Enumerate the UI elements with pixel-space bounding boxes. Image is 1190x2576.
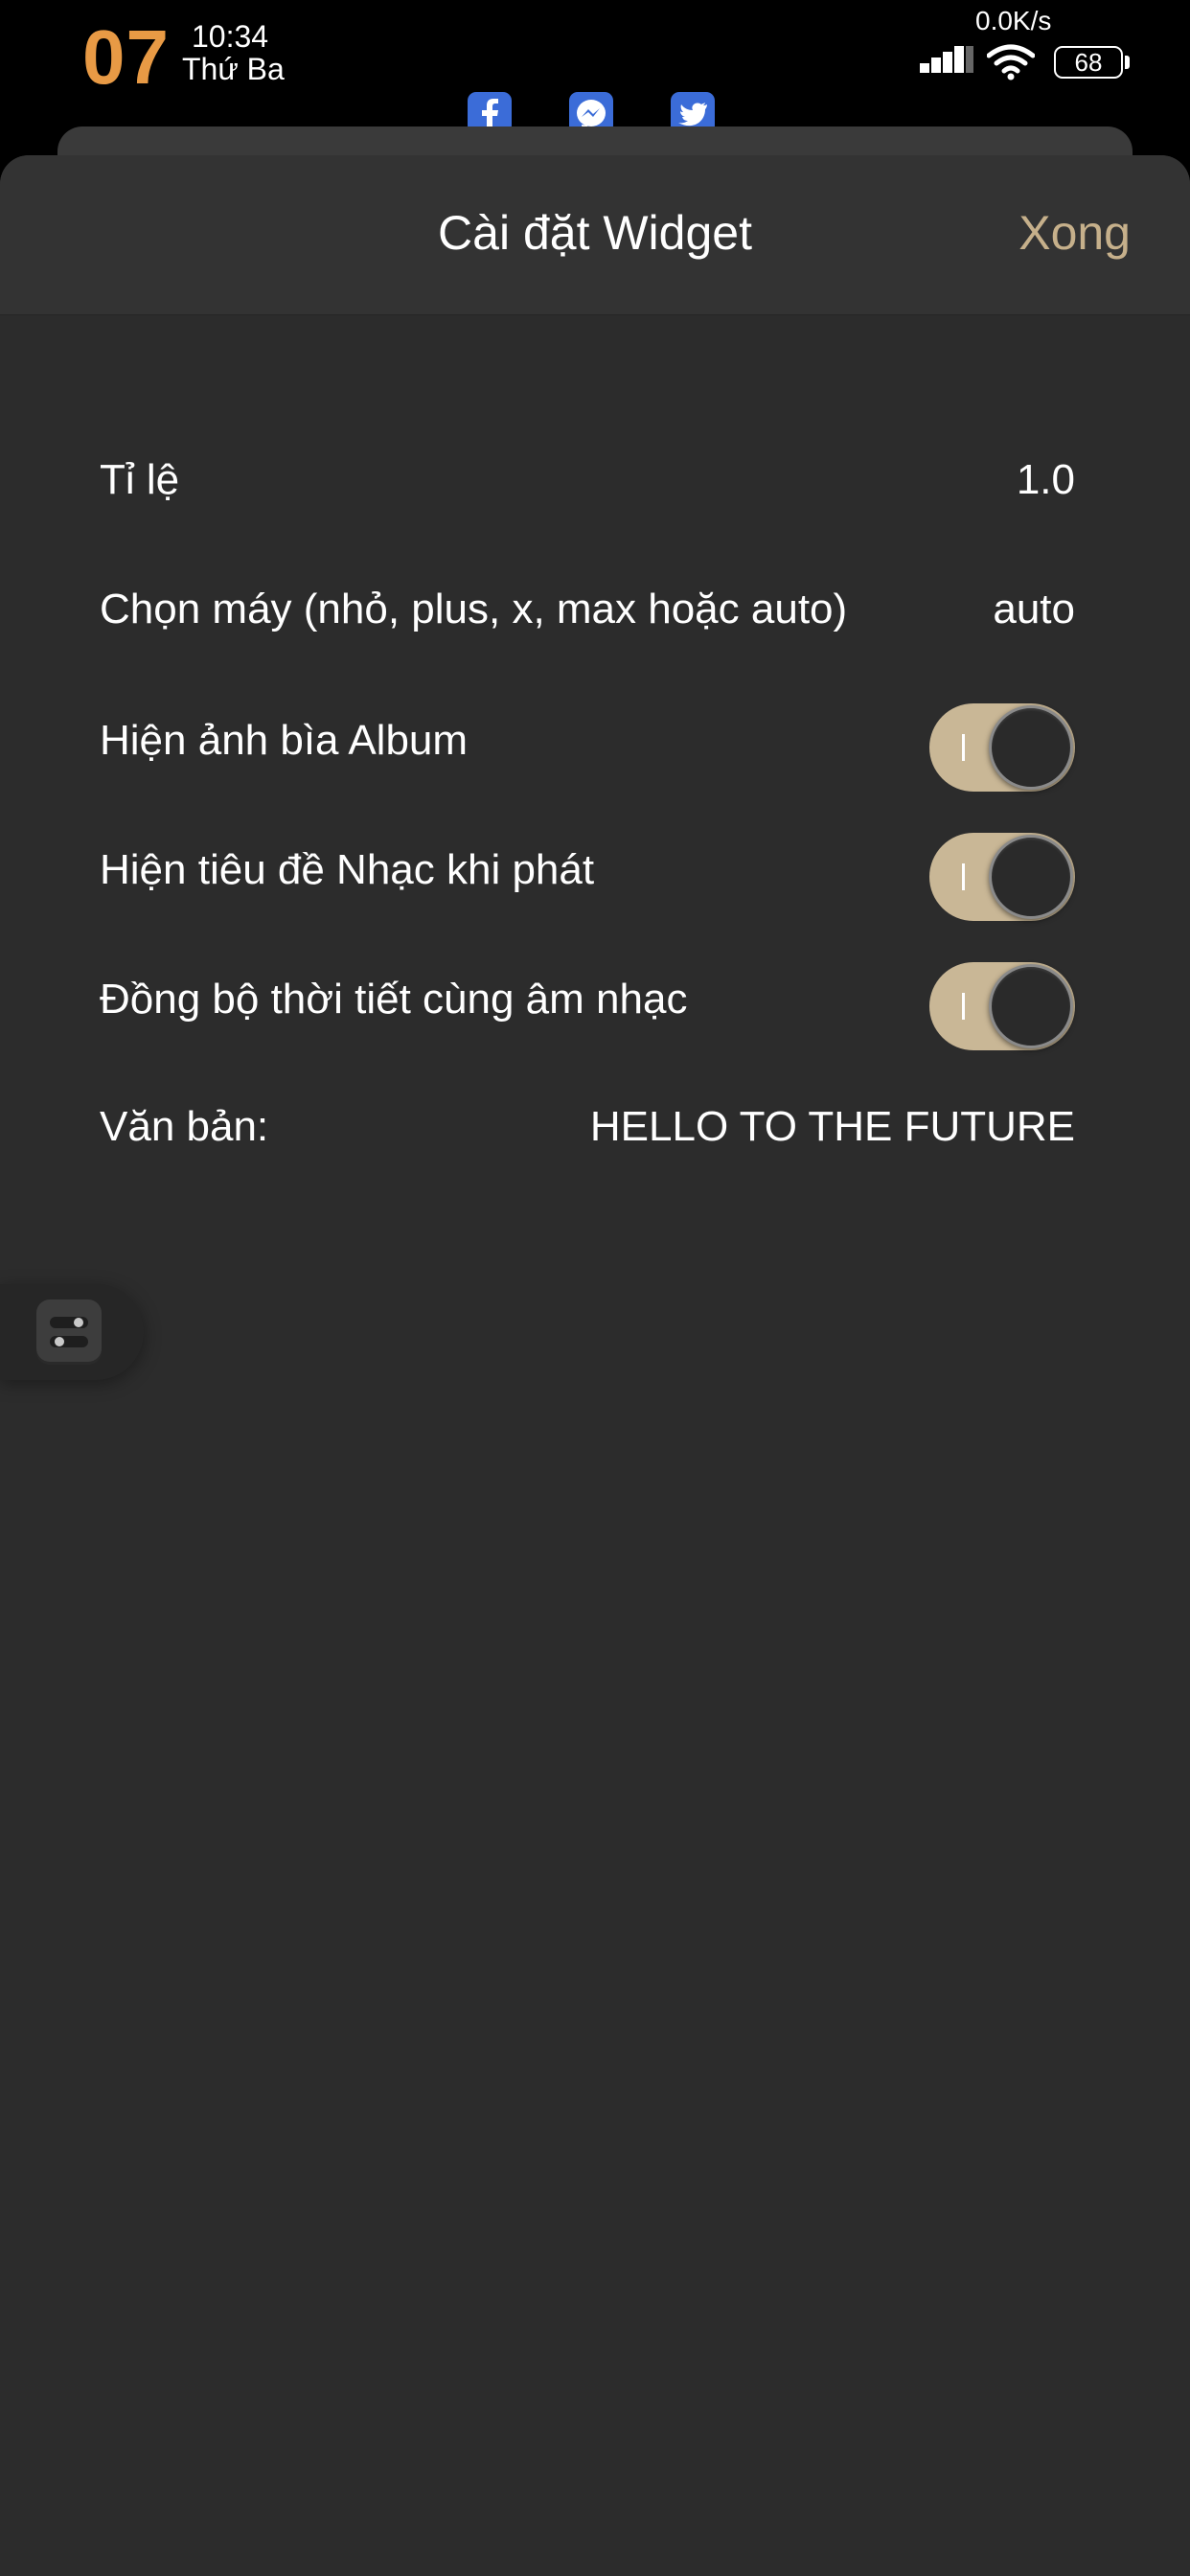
- signal-icon: [920, 46, 973, 73]
- setting-label-album-art: Hiện ảnh bìa Album: [100, 717, 469, 764]
- battery-icon: 68: [1054, 46, 1123, 79]
- sheet-header: Cài đặt Widget Xong: [0, 155, 1190, 315]
- status-time: 10:34: [192, 19, 269, 54]
- music-title-toggle[interactable]: [929, 833, 1075, 921]
- toggle-on-mark: [962, 993, 965, 1020]
- setting-value-text[interactable]: HELLO TO THE FUTURE: [590, 1103, 1075, 1151]
- setting-row-album-art: Hiện ảnh bìa Album: [0, 692, 1190, 792]
- setting-row-text[interactable]: Văn bản: HELLO TO THE FUTURE: [0, 1078, 1190, 1174]
- setting-label-scale: Tỉ lệ: [100, 456, 180, 503]
- setting-label-music-title: Hiện tiêu đề Nhạc khi phát: [100, 846, 595, 893]
- wifi-icon: [987, 44, 1035, 80]
- toggle-on-mark: [962, 863, 965, 890]
- setting-label-weather-sync: Đồng bộ thời tiết cùng âm nhạc: [100, 976, 688, 1023]
- toggle-knob: [989, 964, 1073, 1048]
- battery-tip: [1125, 56, 1130, 69]
- setting-value-scale[interactable]: 1.0: [1017, 456, 1075, 504]
- floating-handle[interactable]: [0, 1284, 144, 1380]
- setting-value-device[interactable]: auto: [993, 586, 1075, 633]
- toggle-on-mark: [962, 734, 965, 761]
- toggle-knob: [989, 835, 1073, 919]
- status-weekday: Thứ Ba: [182, 52, 285, 86]
- album-art-toggle[interactable]: [929, 703, 1075, 792]
- done-button[interactable]: Xong: [1018, 205, 1131, 261]
- setting-row-music-title: Hiện tiêu đề Nhạc khi phát: [0, 821, 1190, 921]
- settings-toggle-icon[interactable]: [36, 1300, 102, 1365]
- setting-label-text: Văn bản:: [100, 1103, 269, 1150]
- setting-row-weather-sync: Đồng bộ thời tiết cùng âm nhạc: [0, 951, 1190, 1050]
- setting-row-scale[interactable]: Tỉ lệ 1.0: [0, 431, 1190, 527]
- network-speed: 0.0K/s: [975, 6, 1052, 35]
- weather-sync-toggle[interactable]: [929, 962, 1075, 1050]
- setting-row-device[interactable]: Chọn máy (nhỏ, plus, x, max hoặc auto) a…: [0, 561, 1190, 656]
- setting-label-device: Chọn máy (nhỏ, plus, x, max hoặc auto): [100, 586, 848, 632]
- widget-settings-sheet: Cài đặt Widget Xong Tỉ lệ 1.0 Chọn máy (…: [0, 155, 1190, 2576]
- toggle-knob: [989, 705, 1073, 790]
- status-day: 07: [82, 14, 170, 100]
- page-title: Cài đặt Widget: [438, 206, 752, 260]
